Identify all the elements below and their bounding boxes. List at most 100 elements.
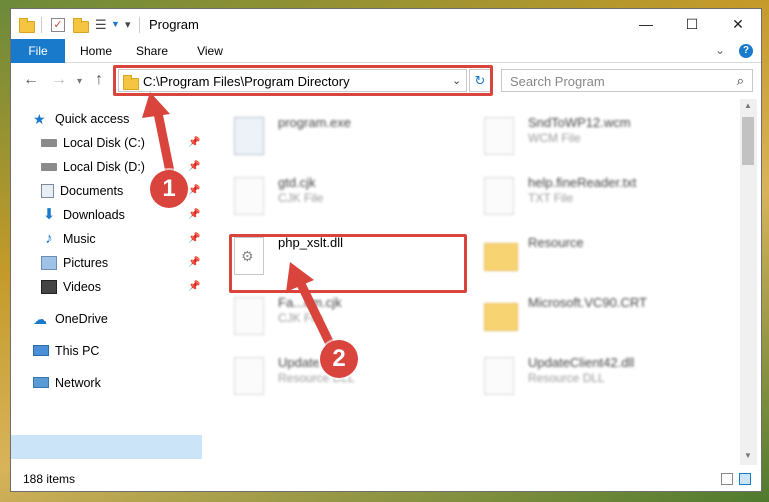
sidebar-item-onedrive[interactable]: ☁ OneDrive <box>33 307 108 331</box>
drive-icon <box>41 138 57 147</box>
file-name: Resource <box>528 235 584 250</box>
pin-icon[interactable]: 📌 <box>188 137 200 148</box>
star-icon: ★ <box>33 110 46 127</box>
file-icon <box>484 177 514 215</box>
file-name: UpdateClient42.dll <box>528 355 635 370</box>
computer-icon <box>33 345 49 357</box>
sidebar-item-label: Documents <box>60 184 124 198</box>
tab-file[interactable]: File <box>11 39 65 63</box>
pin-icon[interactable]: 📌 <box>188 281 200 292</box>
downloads-icon: ⬇ <box>42 205 56 223</box>
sidebar-item-label: This PC <box>55 344 100 358</box>
sidebar-item-documents[interactable]: Documents <box>41 179 123 203</box>
pin-icon[interactable]: 📌 <box>188 257 200 268</box>
folder-icon <box>484 243 518 271</box>
chevron-down-icon[interactable]: ▼ <box>111 19 120 35</box>
window-title: Program <box>149 17 199 32</box>
file-type: CJK File <box>278 311 324 325</box>
file-item[interactable]: Microsoft.VC90.CRT <box>466 293 706 349</box>
tab-home[interactable]: Home <box>71 39 121 63</box>
pin-icon[interactable]: 📌 <box>188 185 200 196</box>
sidebar-item-this-pc[interactable]: This PC <box>33 339 99 363</box>
pin-icon[interactable]: 📌 <box>188 233 200 244</box>
help-icon[interactable]: ? <box>739 44 753 58</box>
file-type: WCM File <box>528 131 581 145</box>
file-name: gtd.cjk <box>278 175 316 190</box>
sidebar-item-label: Local Disk (C:) <box>63 136 145 150</box>
address-bar-highlight <box>113 65 493 96</box>
pin-icon[interactable]: 📌 <box>188 209 200 220</box>
scroll-down-icon[interactable]: ▼ <box>744 451 752 460</box>
tab-view[interactable]: View <box>185 39 235 63</box>
file-icon <box>234 177 264 215</box>
sidebar-item-local-disk-c[interactable]: Local Disk (C:) <box>41 131 145 155</box>
folder-icon <box>19 17 35 33</box>
file-item[interactable]: SndToWP12.wcm WCM File <box>466 113 706 169</box>
file-name: Microsoft.VC90.CRT <box>528 295 647 310</box>
recent-locations-icon[interactable]: ▾ <box>77 76 82 87</box>
file-icon <box>234 297 264 335</box>
status-bar: 188 items <box>11 467 761 491</box>
dll-gear-icon <box>234 357 264 395</box>
file-item[interactable]: gtd.cjk CJK File <box>216 173 456 229</box>
file-explorer-window: ✓ ☰ ▼ ▾ Program — ☐ ✕ File Home Share Vi… <box>10 8 762 492</box>
maximize-button[interactable]: ☐ <box>669 9 715 39</box>
sidebar-item-music[interactable]: ♪ Music <box>41 227 96 251</box>
forward-arrow-icon[interactable]: → <box>51 71 67 89</box>
scroll-thumb[interactable] <box>742 117 754 165</box>
documents-icon <box>41 183 54 198</box>
sidebar-item-quick-access[interactable]: ★ Quick access <box>33 107 129 131</box>
scroll-up-icon[interactable]: ▲ <box>744 101 752 110</box>
dll-gear-icon <box>484 357 514 395</box>
view-menu-icon[interactable]: ☰ <box>95 17 107 33</box>
ribbon-tabs: File Home Share View ⌄ ? <box>11 39 761 63</box>
file-name: SndToWP12.wcm <box>528 115 631 130</box>
large-icons-view-icon[interactable] <box>739 473 751 485</box>
vertical-scrollbar[interactable]: ▲ ▼ <box>740 99 757 465</box>
file-name: program.exe <box>278 115 351 130</box>
network-icon <box>33 377 49 389</box>
selected-item-background <box>11 435 202 459</box>
videos-icon <box>41 279 57 294</box>
search-input[interactable]: Search Program ⌕ <box>501 69 753 92</box>
file-item[interactable]: help.fineReader.txt TXT File <box>466 173 706 229</box>
sidebar-item-label: Videos <box>63 280 101 294</box>
file-name: help.fineReader.txt <box>528 175 637 190</box>
sidebar-item-network[interactable]: Network <box>33 371 101 395</box>
navigation-bar: ← → ▾ ↑ C:\Program Files\Program Directo… <box>11 65 761 97</box>
tab-share[interactable]: Share <box>127 39 177 63</box>
title-bar: ✓ ☰ ▼ ▾ Program — ☐ ✕ <box>11 9 761 39</box>
music-icon: ♪ <box>45 229 53 247</box>
sidebar-item-label: Quick access <box>55 112 130 126</box>
file-item[interactable]: UpdateClient42.dll Resource DLL <box>466 353 706 409</box>
sidebar-item-label: Network <box>55 376 101 390</box>
minimize-button[interactable]: — <box>623 9 669 39</box>
file-list: program.exe SndToWP12.wcm WCM File gtd.c… <box>216 105 736 465</box>
sidebar-item-local-disk-d[interactable]: Local Disk (D:) <box>41 155 145 179</box>
back-arrow-icon[interactable]: ← <box>23 71 39 89</box>
file-highlight <box>229 234 467 293</box>
navigation-pane: ★ Quick access Local Disk (C:) 📌 Local Di… <box>11 105 206 465</box>
sidebar-item-pictures[interactable]: Pictures <box>41 251 108 275</box>
drive-icon <box>41 162 57 171</box>
file-item[interactable]: Resource <box>466 233 706 289</box>
file-type: CJK File <box>278 191 324 205</box>
pin-icon[interactable]: 📌 <box>188 161 200 172</box>
exe-file-icon <box>234 117 264 155</box>
sidebar-item-videos[interactable]: Videos <box>41 275 101 299</box>
sidebar-item-label: Music <box>63 232 96 246</box>
expand-ribbon-icon[interactable]: ⌄ <box>715 43 725 57</box>
details-view-icon[interactable] <box>721 473 733 485</box>
file-item[interactable]: program.exe <box>216 113 456 169</box>
close-button[interactable]: ✕ <box>715 9 761 39</box>
up-arrow-icon[interactable]: ↑ <box>95 71 103 89</box>
cloud-icon: ☁ <box>33 310 47 327</box>
toolbar-divider <box>139 17 140 33</box>
sidebar-item-downloads[interactable]: ⬇ Downloads <box>41 203 125 227</box>
properties-icon[interactable]: ✓ <box>51 18 65 32</box>
search-icon: ⌕ <box>736 73 744 88</box>
sidebar-item-label: Local Disk (D:) <box>63 160 145 174</box>
customize-quick-access-icon[interactable]: ▾ <box>125 18 131 34</box>
toolbar-divider <box>41 17 42 33</box>
new-folder-icon[interactable] <box>73 17 89 33</box>
